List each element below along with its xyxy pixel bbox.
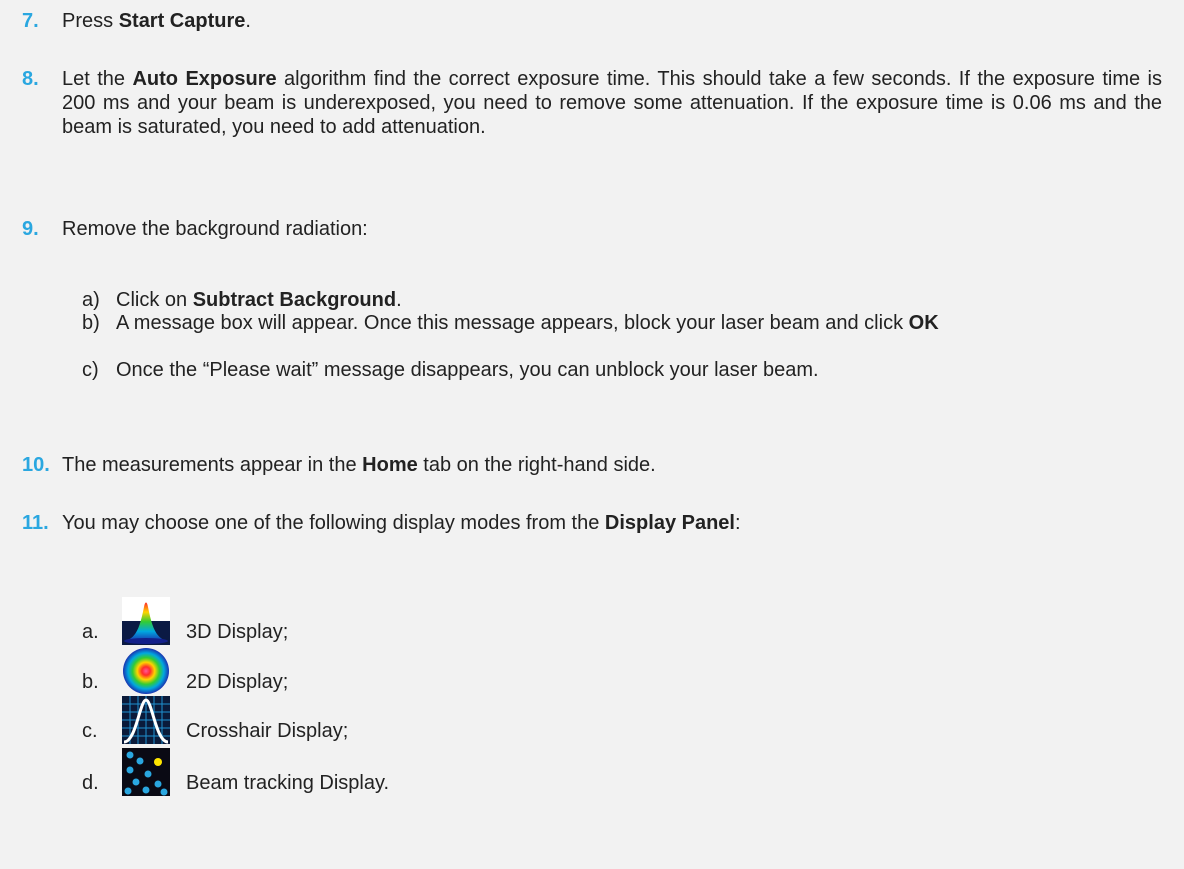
2d-display-icon: [122, 647, 170, 697]
substep-b: b) A message box will appear. Once this m…: [82, 312, 939, 334]
crosshair-display-icon: [122, 696, 170, 746]
beam-tracking-display-icon: [122, 748, 170, 798]
step-9: 9. Remove the background radiation:: [22, 218, 368, 240]
step-number: 11.: [22, 512, 49, 534]
step-number: 10.: [22, 454, 50, 476]
step-11: 11. You may choose one of the following d…: [22, 512, 741, 534]
step-number: 9.: [22, 218, 39, 240]
substep-c: c) Once the “Please wait” message disappe…: [82, 359, 819, 381]
3d-display-icon: [122, 597, 170, 647]
step-number: 8.: [22, 68, 39, 90]
step-8: Let the Auto Exposure algorithm find the…: [62, 68, 1162, 138]
step-7: 7. Press Start Capture.: [22, 10, 251, 32]
step-10: 10. The measurements appear in the Home t…: [22, 454, 656, 476]
step-number: 7.: [22, 10, 39, 32]
substep-a: a) Click on Subtract Background.: [82, 289, 402, 311]
